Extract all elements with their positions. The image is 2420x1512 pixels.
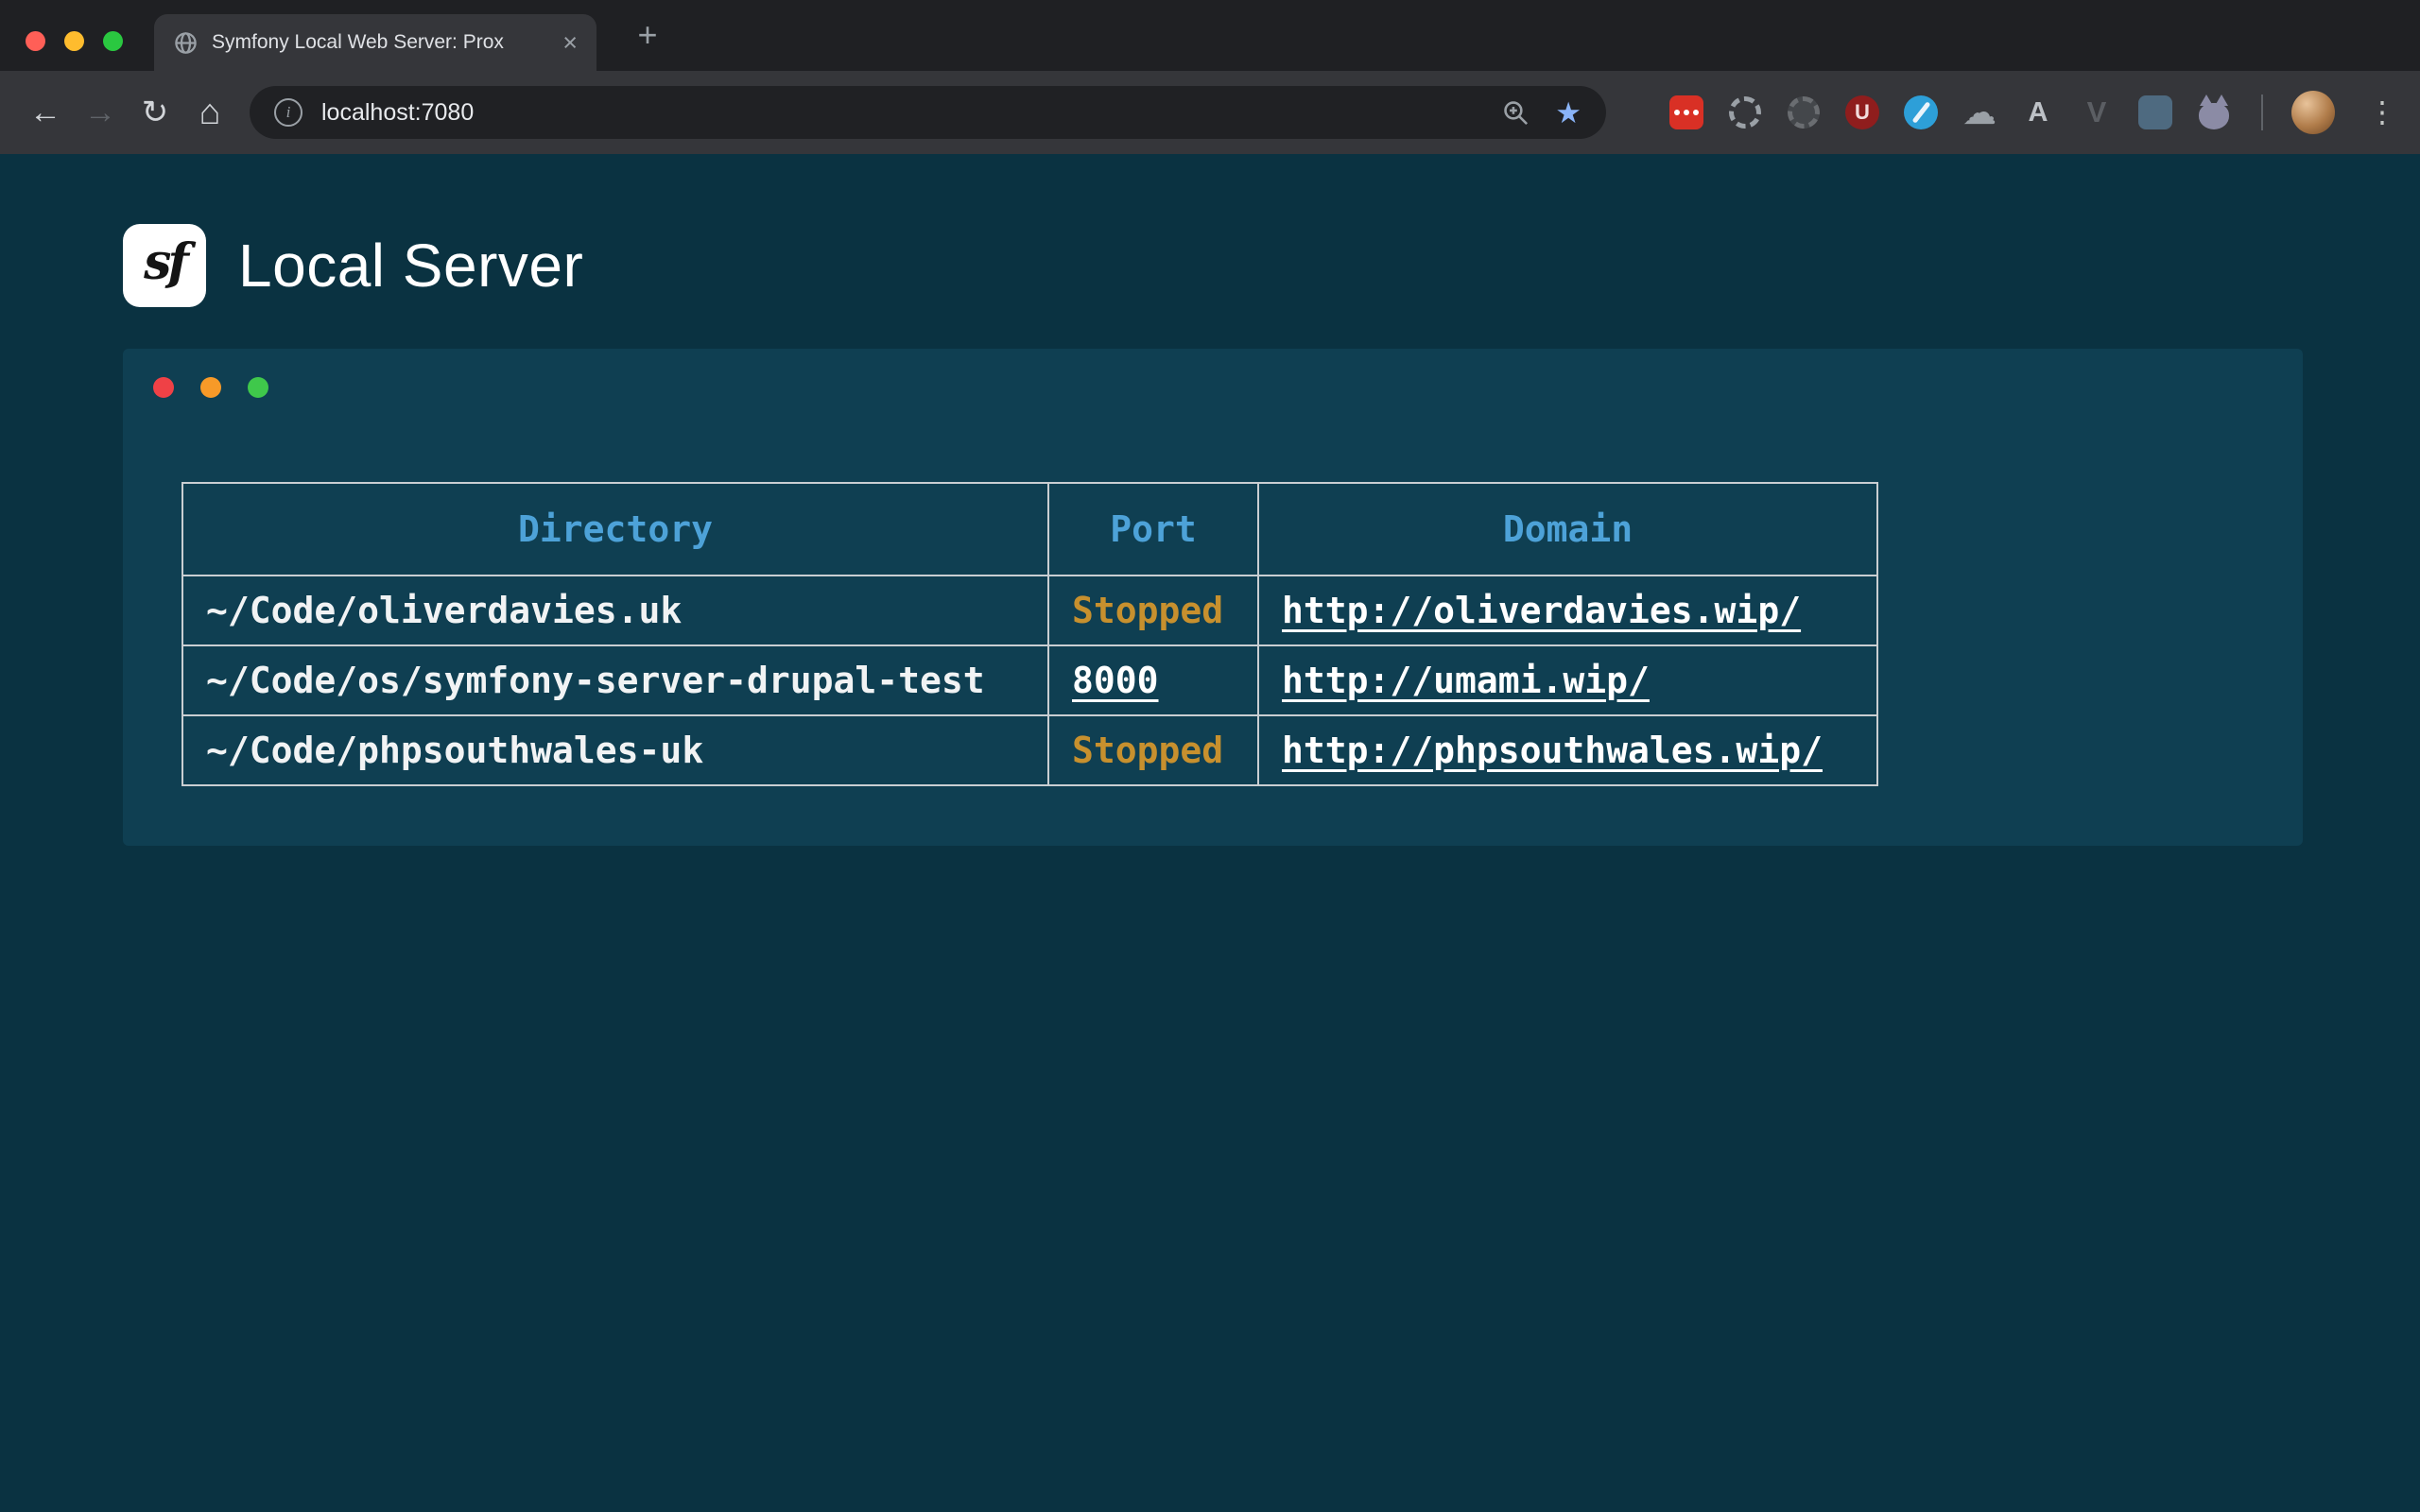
address-bar[interactable]: i localhost:7080 ★ — [250, 86, 1606, 139]
back-button[interactable]: ← — [21, 88, 70, 137]
home-button[interactable]: ⌂ — [185, 88, 234, 137]
page-title: Local Server — [238, 231, 583, 301]
browser-toolbar: ← → ↻ ⌂ i localhost:7080 ★ — [0, 71, 2420, 154]
port-cell: 8000 — [1048, 645, 1258, 715]
extension-ublock-icon[interactable]: U — [1843, 94, 1881, 131]
status-stopped-label: Stopped — [1072, 590, 1223, 631]
profile-avatar[interactable] — [2291, 91, 2335, 134]
window-close-button[interactable] — [26, 31, 45, 51]
reload-button[interactable]: ↻ — [130, 88, 180, 137]
port-cell: Stopped — [1048, 715, 1258, 785]
url-text[interactable]: localhost:7080 — [321, 99, 1501, 127]
domain-link[interactable]: http://umami.wip/ — [1282, 660, 1650, 701]
port-link[interactable]: 8000 — [1072, 660, 1159, 701]
symfony-logo: sf — [123, 224, 206, 307]
brand-header: sf Local Server — [123, 224, 2420, 307]
bookmark-star-icon[interactable]: ★ — [1555, 98, 1582, 128]
symfony-logo-text: sf — [144, 233, 185, 299]
domain-link[interactable]: http://oliverdavies.wip/ — [1282, 590, 1801, 631]
extension-cog-icon[interactable] — [1785, 94, 1823, 131]
extension-gear-icon[interactable] — [1726, 94, 1764, 131]
servers-table: Directory Port Domain ~/Code/oliverdavie… — [182, 482, 1878, 786]
domain-link[interactable]: http://phpsouthwales.wip/ — [1282, 730, 1823, 771]
directory-cell: ~/Code/os/symfony-server-drupal-test — [182, 645, 1048, 715]
globe-favicon-icon — [173, 30, 199, 56]
site-info-icon[interactable]: i — [274, 98, 302, 127]
window-controls — [26, 31, 123, 51]
directory-cell: ~/Code/oliverdavies.uk — [182, 576, 1048, 645]
extension-v-icon[interactable]: V — [2078, 94, 2116, 131]
tab-title: Symfony Local Web Server: Prox — [212, 31, 553, 54]
forward-button[interactable]: → — [76, 88, 125, 137]
panel-window-dots — [153, 377, 268, 398]
panel-orange-dot — [200, 377, 221, 398]
zoom-icon[interactable] — [1501, 98, 1530, 128]
domain-cell: http://umami.wip/ — [1258, 645, 1877, 715]
browser-tab[interactable]: Symfony Local Web Server: Prox × — [154, 14, 596, 71]
toolbar-separator — [2261, 94, 2263, 130]
panel-red-dot — [153, 377, 174, 398]
table-row: ~/Code/phpsouthwales-uk Stopped http://p… — [182, 715, 1877, 785]
new-tab-button[interactable]: + — [626, 13, 669, 57]
extension-cloud-icon[interactable]: ☁ — [1961, 94, 1998, 131]
page-content: sf Local Server Directory Port Domain ~/… — [0, 154, 2420, 1512]
table-row: ~/Code/os/symfony-server-drupal-test 800… — [182, 645, 1877, 715]
browser-chrome: Symfony Local Web Server: Prox × + ← → ↻… — [0, 0, 2420, 154]
chrome-menu-icon[interactable]: ⋮ — [2365, 95, 2399, 129]
extension-a-icon[interactable]: A — [2019, 94, 2057, 131]
directory-cell: ~/Code/phpsouthwales-uk — [182, 715, 1048, 785]
table-header-row: Directory Port Domain — [182, 483, 1877, 576]
extension-blue-square-icon[interactable] — [2136, 94, 2174, 131]
extension-compass-icon[interactable] — [1902, 94, 1940, 131]
port-cell: Stopped — [1048, 576, 1258, 645]
header-port: Port — [1048, 483, 1258, 576]
table-row: ~/Code/oliverdavies.uk Stopped http://ol… — [182, 576, 1877, 645]
domain-cell: http://phpsouthwales.wip/ — [1258, 715, 1877, 785]
status-stopped-label: Stopped — [1072, 730, 1223, 771]
domain-cell: http://oliverdavies.wip/ — [1258, 576, 1877, 645]
tab-close-icon[interactable]: × — [562, 30, 578, 56]
header-directory: Directory — [182, 483, 1048, 576]
extension-cat-icon[interactable] — [2195, 94, 2233, 131]
tab-strip: Symfony Local Web Server: Prox × + — [0, 0, 2420, 71]
extensions-area: U ☁ A V ⋮ — [1668, 91, 2399, 134]
panel-green-dot — [248, 377, 268, 398]
window-zoom-button[interactable] — [103, 31, 123, 51]
server-panel: Directory Port Domain ~/Code/oliverdavie… — [123, 349, 2303, 846]
extension-red-dots-icon[interactable] — [1668, 94, 1705, 131]
window-minimize-button[interactable] — [64, 31, 84, 51]
header-domain: Domain — [1258, 483, 1877, 576]
